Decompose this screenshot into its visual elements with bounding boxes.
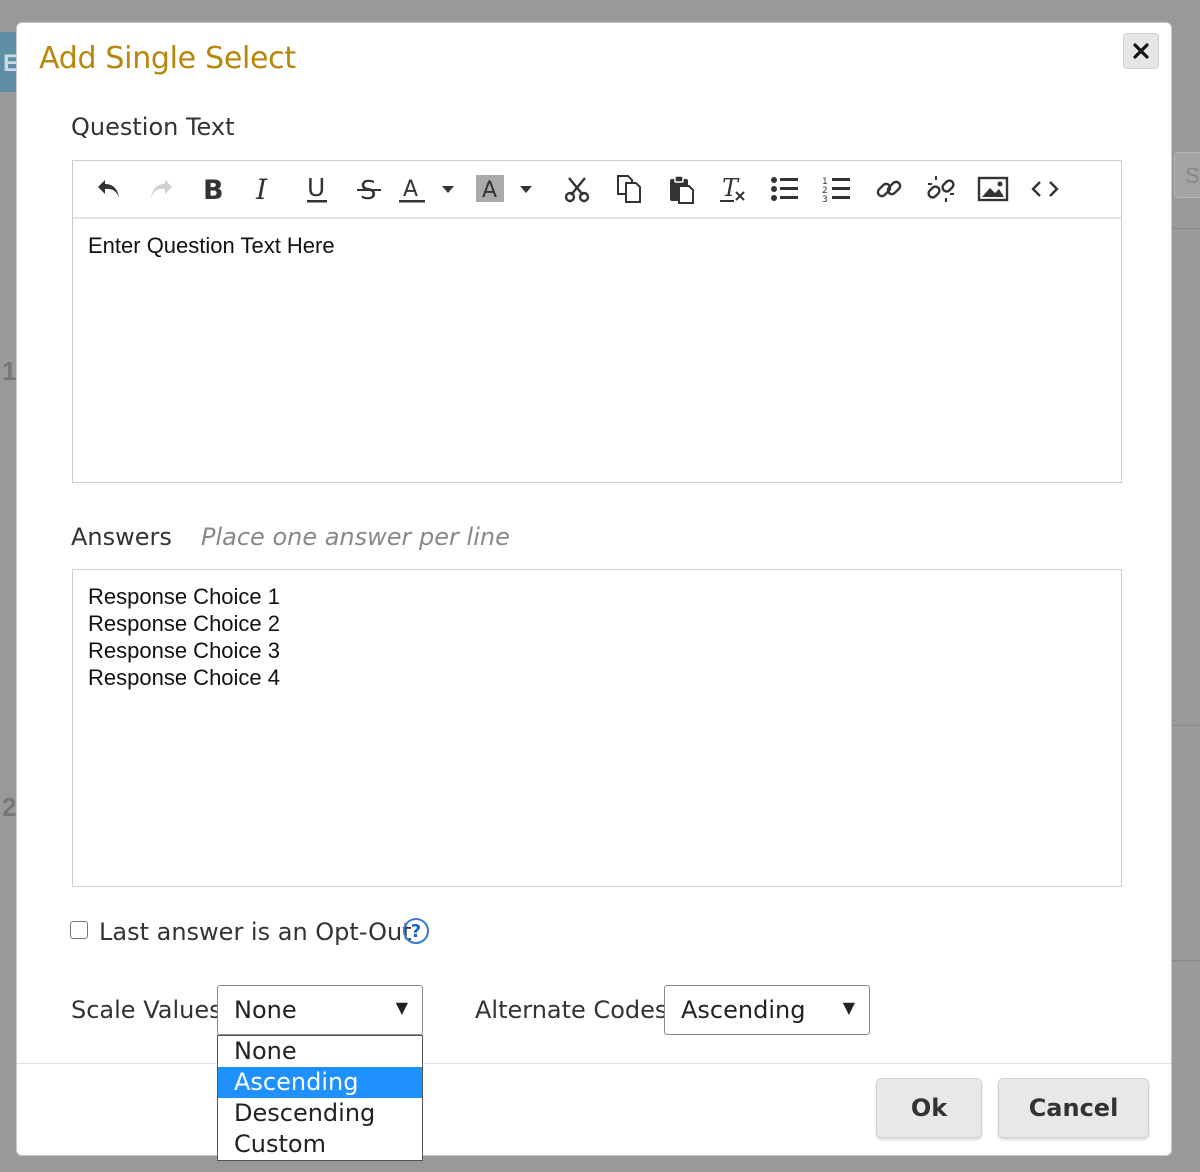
image-button[interactable] bbox=[969, 166, 1017, 212]
numbered-list-button[interactable]: 123 bbox=[813, 166, 861, 212]
copy-button[interactable] bbox=[605, 166, 653, 212]
answers-textarea[interactable]: Response Choice 1 Response Choice 2 Resp… bbox=[72, 569, 1122, 887]
answer-line: Response Choice 1 bbox=[88, 584, 281, 609]
svg-text:U: U bbox=[307, 174, 325, 202]
highlight-color-icon: A bbox=[476, 175, 504, 203]
background-divider bbox=[1170, 228, 1200, 229]
cancel-button[interactable]: Cancel bbox=[998, 1078, 1149, 1138]
ok-button[interactable]: Ok bbox=[876, 1078, 982, 1138]
chevron-down-icon: ▼ bbox=[842, 998, 855, 1017]
answers-hint: Place one answer per line bbox=[201, 523, 510, 551]
undo-button[interactable] bbox=[85, 166, 133, 212]
close-button[interactable] bbox=[1123, 33, 1159, 69]
cut-icon bbox=[564, 177, 590, 203]
opt-out-checkbox[interactable] bbox=[70, 921, 88, 939]
alternate-codes-select[interactable]: Ascending ▼ bbox=[664, 985, 870, 1035]
highlight-color-dropdown[interactable] bbox=[511, 166, 541, 212]
answer-line: Response Choice 3 bbox=[88, 638, 281, 663]
source-code-icon bbox=[1031, 181, 1059, 197]
answer-line: Response Choice 2 bbox=[88, 611, 281, 636]
italic-icon: I bbox=[255, 175, 268, 203]
text-color-icon: A bbox=[399, 177, 425, 203]
paste-button[interactable] bbox=[657, 166, 705, 212]
dropdown-option-descending[interactable]: Descending bbox=[218, 1098, 422, 1129]
alternate-codes-label: Alternate Codes bbox=[475, 996, 668, 1024]
chevron-down-icon bbox=[442, 186, 454, 193]
question-text-content[interactable]: Enter Question Text Here bbox=[73, 219, 1121, 273]
clear-format-icon: T bbox=[720, 174, 745, 202]
dropdown-option-custom[interactable]: Custom bbox=[218, 1129, 422, 1160]
background-row-number: 2 bbox=[2, 792, 17, 822]
link-button[interactable] bbox=[865, 166, 913, 212]
text-color-dropdown[interactable] bbox=[433, 166, 463, 212]
source-code-button[interactable] bbox=[1021, 166, 1069, 212]
clear-format-button[interactable]: T bbox=[709, 166, 757, 212]
underline-button[interactable]: U bbox=[293, 166, 341, 212]
highlight-color-button[interactable]: A bbox=[475, 166, 505, 212]
background-divider bbox=[1170, 725, 1200, 726]
scale-values-selected: None bbox=[234, 996, 297, 1024]
question-text-label: Question Text bbox=[71, 113, 235, 141]
chevron-down-icon bbox=[520, 186, 532, 193]
answers-label: Answers bbox=[71, 523, 172, 551]
redo-icon bbox=[151, 180, 172, 198]
close-icon bbox=[1133, 43, 1149, 59]
alternate-codes-selected: Ascending bbox=[681, 996, 806, 1024]
scale-values-select[interactable]: None ▼ bbox=[217, 985, 423, 1035]
chevron-down-icon: ▼ bbox=[395, 998, 408, 1017]
add-single-select-dialog: Add Single Select Question Text B I U S bbox=[16, 22, 1172, 1161]
background-divider bbox=[1170, 960, 1200, 961]
background-search-input: Se bbox=[1174, 152, 1200, 198]
footer-divider bbox=[17, 1063, 1171, 1064]
unlink-icon bbox=[927, 176, 955, 202]
svg-text:B: B bbox=[203, 175, 224, 203]
copy-icon bbox=[617, 175, 641, 203]
background-row-number: 1 bbox=[2, 356, 17, 386]
svg-text:3: 3 bbox=[822, 195, 828, 203]
cut-button[interactable] bbox=[553, 166, 601, 212]
opt-out-label: Last answer is an Opt-Out bbox=[99, 918, 412, 946]
scale-values-label: Scale Values bbox=[71, 996, 222, 1024]
bold-icon: B bbox=[203, 175, 224, 203]
svg-text:I: I bbox=[255, 175, 268, 203]
unlink-button[interactable] bbox=[917, 166, 965, 212]
background-tab: E bbox=[0, 32, 19, 92]
text-color-button[interactable]: A bbox=[397, 166, 427, 212]
svg-text:A: A bbox=[403, 177, 418, 202]
question-text-editor[interactable]: B I U S A A T 1 2 3 Enter Question Text … bbox=[72, 160, 1122, 483]
paste-icon bbox=[670, 175, 694, 204]
link-icon bbox=[876, 180, 902, 198]
svg-text:A: A bbox=[482, 178, 497, 203]
numbered-list-icon: 123 bbox=[822, 177, 850, 203]
answer-line: Response Choice 4 bbox=[88, 665, 281, 690]
bulleted-list-icon bbox=[771, 177, 798, 201]
dropdown-option-none[interactable]: None bbox=[218, 1036, 422, 1067]
bulleted-list-button[interactable] bbox=[761, 166, 809, 212]
italic-button[interactable]: I bbox=[241, 166, 289, 212]
strikethrough-icon: S bbox=[357, 176, 381, 203]
dropdown-option-ascending[interactable]: Ascending bbox=[218, 1067, 422, 1098]
undo-icon bbox=[98, 180, 119, 198]
underline-icon: U bbox=[307, 174, 327, 203]
bold-button[interactable]: B bbox=[189, 166, 237, 212]
help-icon[interactable]: ? bbox=[403, 918, 429, 944]
strikethrough-button[interactable]: S bbox=[345, 166, 393, 212]
scale-values-dropdown: None Ascending Descending Custom bbox=[217, 1035, 423, 1161]
editor-toolbar: B I U S A A T 1 2 3 bbox=[73, 161, 1121, 219]
dialog-title: Add Single Select bbox=[39, 41, 296, 76]
image-icon bbox=[977, 176, 1009, 202]
redo-button[interactable] bbox=[137, 166, 185, 212]
